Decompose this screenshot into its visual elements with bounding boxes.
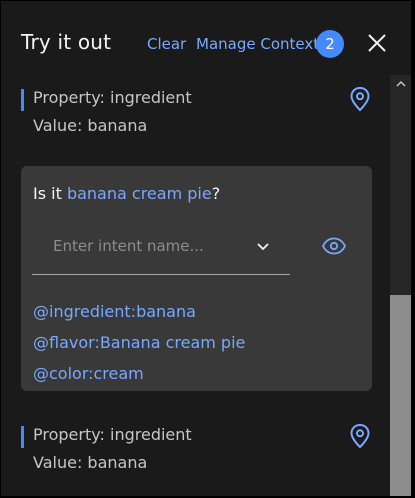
scrollbar-thumb[interactable] (390, 295, 411, 496)
panel-title: Try it out (21, 30, 112, 54)
eye-icon[interactable] (321, 237, 347, 255)
question-suffix: ? (211, 184, 221, 203)
property-name: Property: ingredient (33, 425, 192, 444)
entity-link[interactable]: @ingredient:banana (33, 302, 196, 321)
property-value: Value: banana (33, 453, 148, 472)
property-name: Property: ingredient (33, 88, 192, 107)
panel-header: Try it out Clear Manage Context 2 (1, 1, 411, 75)
manage-context-link[interactable]: Manage Context (196, 35, 319, 53)
intent-dropdown[interactable]: Enter intent name... (32, 230, 290, 275)
chevron-down-icon[interactable] (255, 238, 271, 254)
suggestion-question: Is it banana cream pie? (33, 184, 220, 203)
context-count-badge[interactable]: 2 (316, 30, 344, 58)
context-property-item: Property: ingredient Value: banana (21, 86, 371, 142)
intent-placeholder: Enter intent name... (53, 237, 204, 255)
property-accent-bar (21, 89, 24, 111)
entity-link[interactable]: @flavor:Banana cream pie (33, 333, 245, 352)
clear-link[interactable]: Clear (147, 35, 186, 53)
question-highlight: banana cream pie (66, 184, 212, 203)
location-pin-icon[interactable] (349, 423, 371, 449)
intent-suggestion-card: Is it banana cream pie? Enter intent nam… (21, 166, 372, 391)
scroll-up-arrow-icon[interactable] (395, 75, 407, 87)
context-property-item: Property: ingredient Value: banana (21, 423, 371, 479)
try-it-out-panel: Try it out Clear Manage Context 2 Proper… (1, 1, 411, 496)
close-icon[interactable] (365, 31, 389, 55)
property-accent-bar (21, 426, 24, 448)
question-prefix: Is it (33, 184, 67, 203)
entity-link[interactable]: @color:cream (33, 364, 144, 383)
location-pin-icon[interactable] (349, 86, 371, 112)
property-value: Value: banana (33, 116, 148, 135)
